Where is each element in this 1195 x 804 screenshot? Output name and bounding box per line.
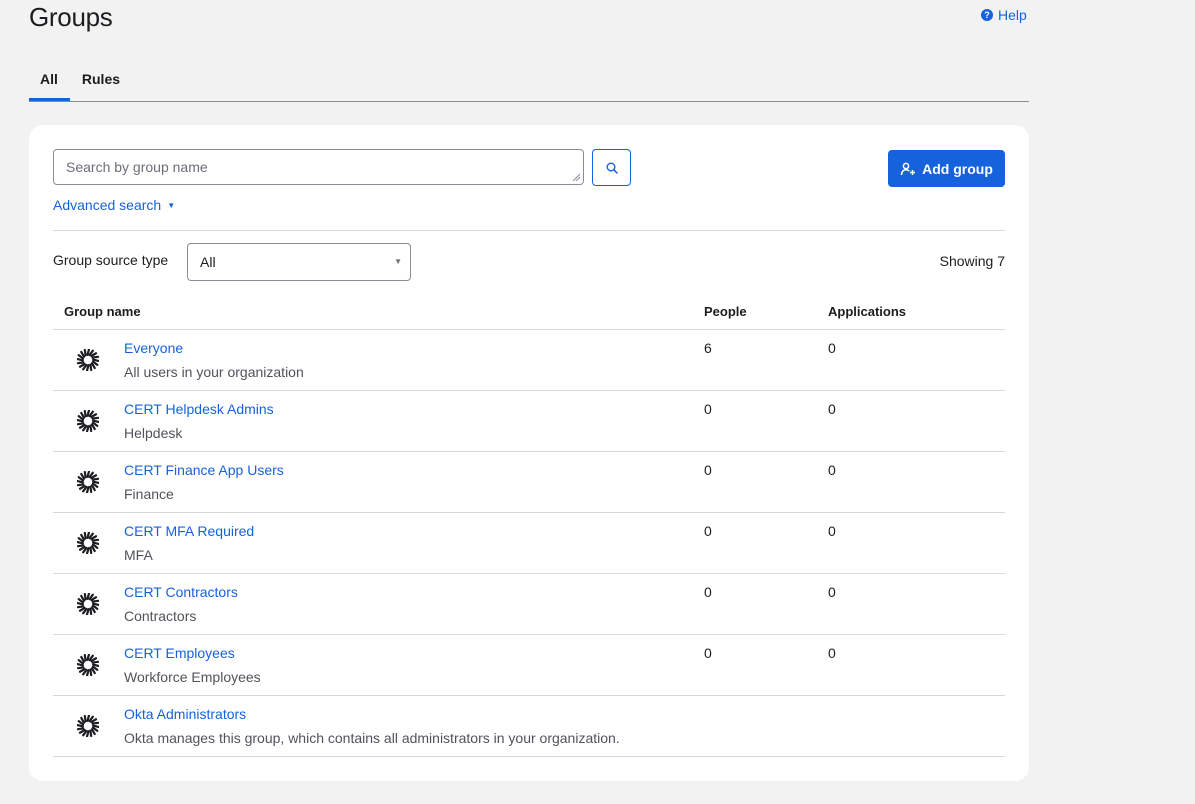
group-source-type-label: Group source type [53,252,169,268]
column-header-group-name: Group name [64,304,141,319]
okta-sunburst-icon [77,471,99,493]
column-header-people: People [704,304,747,319]
okta-sunburst-icon [77,593,99,615]
group-name-link[interactable]: CERT Contractors [124,584,238,600]
group-name-link[interactable]: CERT Employees [124,645,235,661]
group-source-type-select[interactable]: All ▼ [187,243,411,281]
advanced-search-toggle[interactable]: Advanced search ▼ [53,197,175,213]
group-people-count: 0 [704,462,712,478]
group-applications-count: 0 [828,401,836,417]
search-input[interactable] [53,149,584,185]
groups-table: Group name People Applications Everyone A… [53,293,1005,757]
group-applications-count: 0 [828,340,836,356]
table-row: Everyone All users in your organization 6 0 [53,330,1005,391]
advanced-search-label: Advanced search [53,197,162,213]
group-description: All users in your organization [124,364,304,380]
search-button[interactable] [592,149,631,186]
page-title: Groups [29,2,113,32]
group-description: Workforce Employees [124,669,261,685]
help-circle-icon: ? [981,9,993,21]
tab-all[interactable]: All [29,60,70,101]
add-group-button[interactable]: Add group [888,150,1005,187]
tab-bar: All Rules [29,60,1029,102]
okta-sunburst-icon [77,532,99,554]
table-row: CERT MFA Required MFA 0 0 [53,513,1005,574]
group-applications-count: 0 [828,645,836,661]
okta-sunburst-icon [77,349,99,371]
okta-sunburst-icon [77,715,99,737]
group-source-type-value: All [200,254,216,270]
chevron-down-icon: ▼ [394,257,402,266]
group-people-count: 0 [704,645,712,661]
group-name-link[interactable]: Okta Administrators [124,706,246,722]
group-name-link[interactable]: CERT MFA Required [124,523,254,539]
table-row: CERT Employees Workforce Employees 0 0 [53,635,1005,696]
okta-sunburst-icon [77,410,99,432]
group-description: Contractors [124,608,197,624]
table-row: CERT Contractors Contractors 0 0 [53,574,1005,635]
group-people-count: 0 [704,401,712,417]
group-applications-count: 0 [828,523,836,539]
group-people-count: 0 [704,523,712,539]
group-description: MFA [124,547,153,563]
add-group-label: Add group [922,160,993,177]
group-description: Helpdesk [124,425,183,441]
group-name-link[interactable]: Everyone [124,340,183,356]
group-people-count: 6 [704,340,712,356]
showing-count: Showing 7 [939,253,1005,269]
group-applications-count: 0 [828,462,836,478]
group-name-link[interactable]: CERT Finance App Users [124,462,284,478]
groups-card: Add group Advanced search ▼ Group source… [29,125,1029,781]
table-body: Everyone All users in your organization 6 0… [53,330,1005,757]
group-people-count: 0 [704,584,712,600]
table-row: CERT Finance App Users Finance 0 0 [53,452,1005,513]
help-link[interactable]: ? Help [981,7,1027,23]
help-label: Help [998,7,1027,23]
table-header: Group name People Applications [53,293,1005,330]
add-group-icon [900,162,916,175]
divider [53,230,1005,231]
okta-sunburst-icon [77,654,99,676]
group-name-link[interactable]: CERT Helpdesk Admins [124,401,274,417]
tab-rules[interactable]: Rules [70,60,132,99]
group-description: Okta manages this group, which contains … [124,730,620,746]
column-header-applications: Applications [828,304,907,319]
search-icon [606,162,618,174]
caret-down-icon: ▼ [167,200,176,210]
group-applications-count: 0 [828,584,836,600]
table-row: CERT Helpdesk Admins Helpdesk 0 0 [53,391,1005,452]
table-row: Okta Administrators Okta manages this gro… [53,696,1005,757]
group-description: Finance [124,486,174,502]
